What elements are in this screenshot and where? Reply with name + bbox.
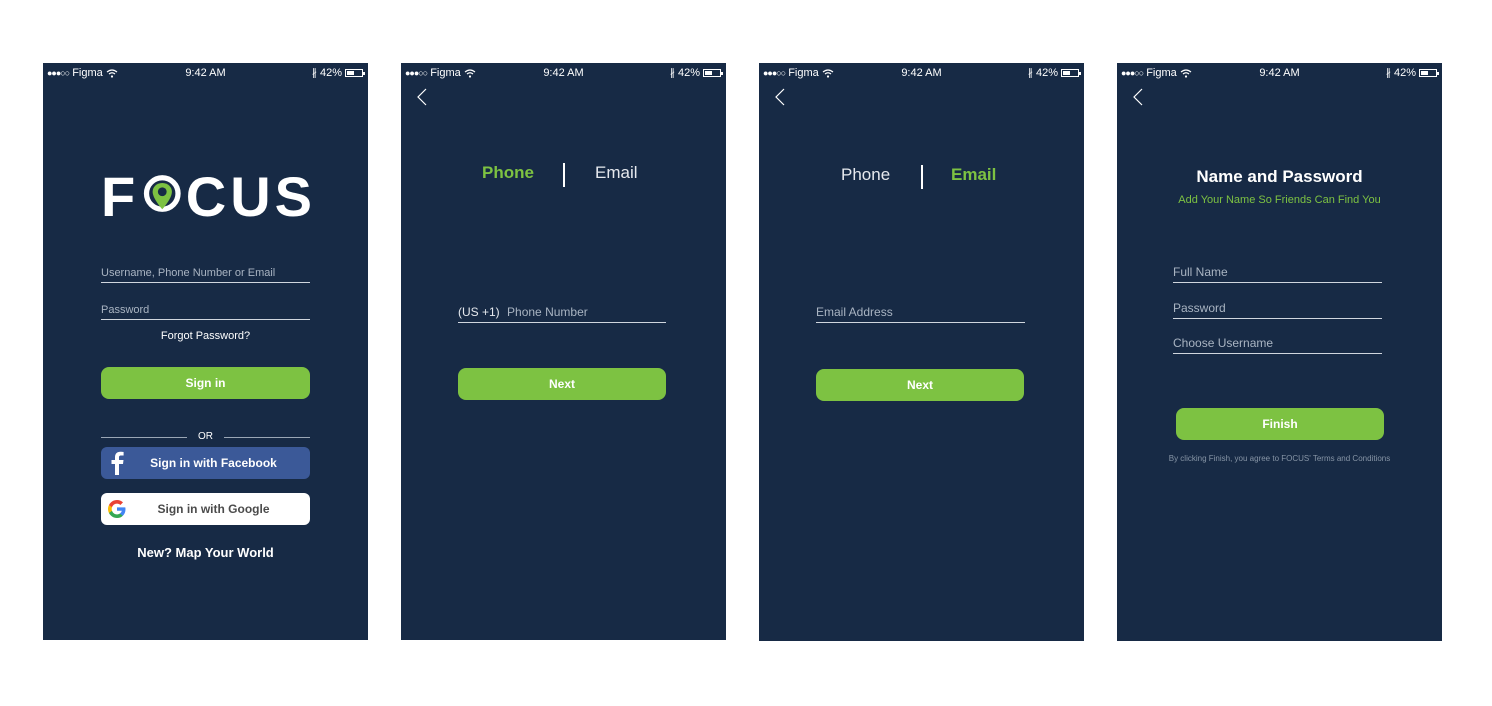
username-input[interactable]: Username, Phone Number or Email bbox=[101, 267, 310, 283]
back-chevron-icon[interactable] bbox=[1131, 87, 1145, 107]
screen-phone: ●●●○○ Figma 9:42 AM ∦ 42% Phone Email (U… bbox=[401, 63, 726, 640]
status-bar: ●●●○○ Figma 9:42 AM ∦ 42% bbox=[401, 63, 726, 83]
country-code[interactable]: (US +1) bbox=[458, 305, 500, 319]
tab-phone[interactable]: Phone bbox=[841, 165, 890, 185]
battery-icon bbox=[1419, 69, 1439, 77]
new-user-link[interactable]: New? Map Your World bbox=[101, 545, 310, 560]
battery-percent: 42% bbox=[1035, 67, 1058, 79]
screen-login: ●●●○○ Figma 9:42 AM ∦ 42% F CUS Username… bbox=[43, 63, 368, 640]
status-bar: ●●●○○ Figma 9:42 AM ∦ 42% bbox=[1117, 63, 1442, 83]
battery-percent: 42% bbox=[1393, 67, 1416, 79]
username-input[interactable]: Choose Username bbox=[1173, 336, 1382, 354]
screen-email: ●●●○○ Figma 9:42 AM ∦ 42% Phone Email Em… bbox=[759, 63, 1084, 641]
sign-in-button[interactable]: Sign in bbox=[101, 367, 310, 399]
bluetooth-icon: ∦ bbox=[1385, 67, 1391, 79]
battery-icon bbox=[703, 69, 723, 77]
password-input[interactable]: Password bbox=[1173, 301, 1382, 319]
signup-method-tabs: Phone Email bbox=[401, 163, 726, 189]
battery-percent: 42% bbox=[319, 67, 342, 79]
facebook-sign-in-button[interactable]: Sign in with Facebook bbox=[101, 447, 310, 479]
map-pin-icon bbox=[144, 175, 181, 212]
finish-button[interactable]: Finish bbox=[1176, 408, 1384, 440]
bluetooth-icon: ∦ bbox=[1027, 67, 1033, 79]
back-chevron-icon[interactable] bbox=[773, 87, 787, 107]
google-icon bbox=[101, 499, 133, 519]
bluetooth-icon: ∦ bbox=[311, 67, 317, 79]
tab-divider bbox=[921, 165, 923, 189]
status-bar: ●●●○○ Figma 9:42 AM ∦ 42% bbox=[759, 63, 1084, 83]
focus-logo: F CUS bbox=[101, 165, 316, 228]
tab-phone[interactable]: Phone bbox=[482, 163, 534, 183]
status-bar: ●●●○○ Figma 9:42 AM ∦ 42% bbox=[43, 63, 368, 83]
page-title: Name and Password bbox=[1196, 167, 1363, 186]
screen-name-password: ●●●○○ Figma 9:42 AM ∦ 42% Name and Passw… bbox=[1117, 63, 1442, 641]
back-chevron-icon[interactable] bbox=[415, 87, 429, 107]
tab-email[interactable]: Email bbox=[595, 163, 638, 183]
signup-method-tabs: Phone Email bbox=[759, 165, 1084, 191]
forgot-password-link[interactable]: Forgot Password? bbox=[101, 330, 310, 342]
google-sign-in-button[interactable]: Sign in with Google bbox=[101, 493, 310, 525]
bluetooth-icon: ∦ bbox=[669, 67, 675, 79]
page-subtitle: Add Your Name So Friends Can Find You bbox=[1178, 194, 1381, 206]
facebook-label: Sign in with Facebook bbox=[150, 456, 277, 470]
phone-input[interactable]: (US +1) Phone Number bbox=[458, 305, 666, 323]
battery-icon bbox=[1061, 69, 1081, 77]
battery-percent: 42% bbox=[677, 67, 700, 79]
email-input[interactable]: Email Address bbox=[816, 305, 1025, 323]
facebook-icon bbox=[101, 451, 133, 475]
next-button[interactable]: Next bbox=[458, 368, 666, 400]
password-input[interactable]: Password bbox=[101, 304, 310, 320]
battery-icon bbox=[345, 69, 365, 77]
phone-placeholder: Phone Number bbox=[507, 305, 588, 319]
google-label: Sign in with Google bbox=[157, 502, 270, 516]
terms-text: By clicking Finish, you agree to FOCUS' … bbox=[1168, 454, 1391, 463]
tab-email[interactable]: Email bbox=[951, 165, 996, 185]
or-divider: OR bbox=[101, 431, 310, 443]
full-name-input[interactable]: Full Name bbox=[1173, 265, 1382, 283]
next-button[interactable]: Next bbox=[816, 369, 1024, 401]
tab-divider bbox=[563, 163, 565, 187]
